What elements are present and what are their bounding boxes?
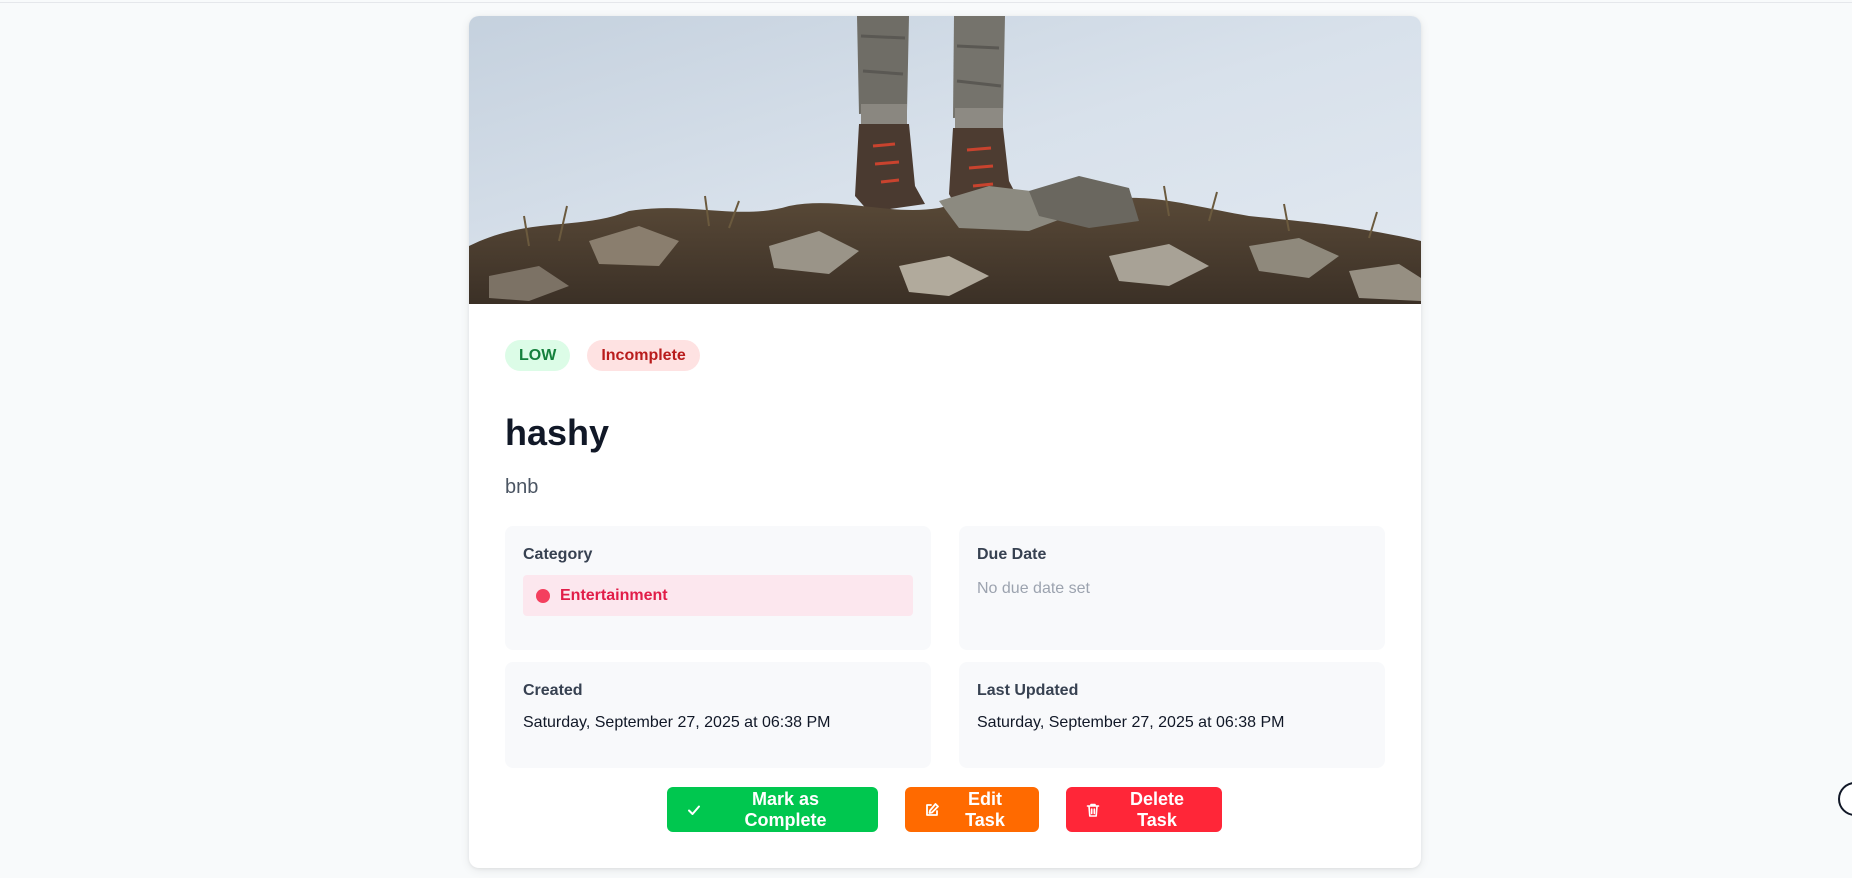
- delete-task-label: Delete Task: [1129, 788, 1185, 830]
- check-icon: [688, 805, 700, 815]
- top-border: [0, 2, 1852, 3]
- last-updated-label: Last Updated: [977, 682, 1079, 699]
- floating-widget-button[interactable]: [1838, 782, 1852, 816]
- task-image: [469, 16, 1421, 304]
- category-label: Category: [523, 546, 593, 563]
- task-actions: Mark as Complete Edit Task Delete Task: [667, 787, 1222, 832]
- task-title: hashy: [505, 412, 610, 453]
- due-date-panel: Due Date No due date set: [959, 526, 1385, 650]
- edit-icon: [926, 802, 939, 816]
- created-label: Created: [523, 682, 583, 699]
- last-updated-value: Saturday, September 27, 2025 at 06:38 PM: [977, 714, 1285, 731]
- due-date-value: No due date set: [977, 580, 1090, 597]
- category-dot-icon: [536, 588, 550, 603]
- category-panel: Category Entertainment: [505, 526, 931, 650]
- category-pill: Entertainment: [523, 575, 913, 616]
- priority-badge: LOW: [505, 340, 571, 371]
- edit-task-button[interactable]: Edit Task: [905, 787, 1039, 832]
- due-date-label: Due Date: [977, 546, 1047, 563]
- task-description: bnb: [505, 476, 539, 498]
- delete-task-button[interactable]: Delete Task: [1066, 787, 1222, 832]
- created-panel: Created Saturday, September 27, 2025 at …: [505, 662, 931, 768]
- trash-icon: [1086, 803, 1100, 817]
- task-detail-card: LOW Incomplete hashy bnb Category Entert…: [469, 16, 1421, 868]
- last-updated-panel: Last Updated Saturday, September 27, 202…: [959, 662, 1385, 768]
- status-badge: Incomplete: [587, 340, 700, 371]
- created-value: Saturday, September 27, 2025 at 06:38 PM: [523, 714, 831, 731]
- mark-complete-button[interactable]: Mark as Complete: [667, 787, 878, 832]
- mark-complete-label: Mark as Complete: [744, 788, 827, 830]
- category-value: Entertainment: [560, 586, 668, 604]
- edit-task-label: Edit Task: [965, 788, 1005, 830]
- task-badges: LOW Incomplete: [505, 340, 700, 371]
